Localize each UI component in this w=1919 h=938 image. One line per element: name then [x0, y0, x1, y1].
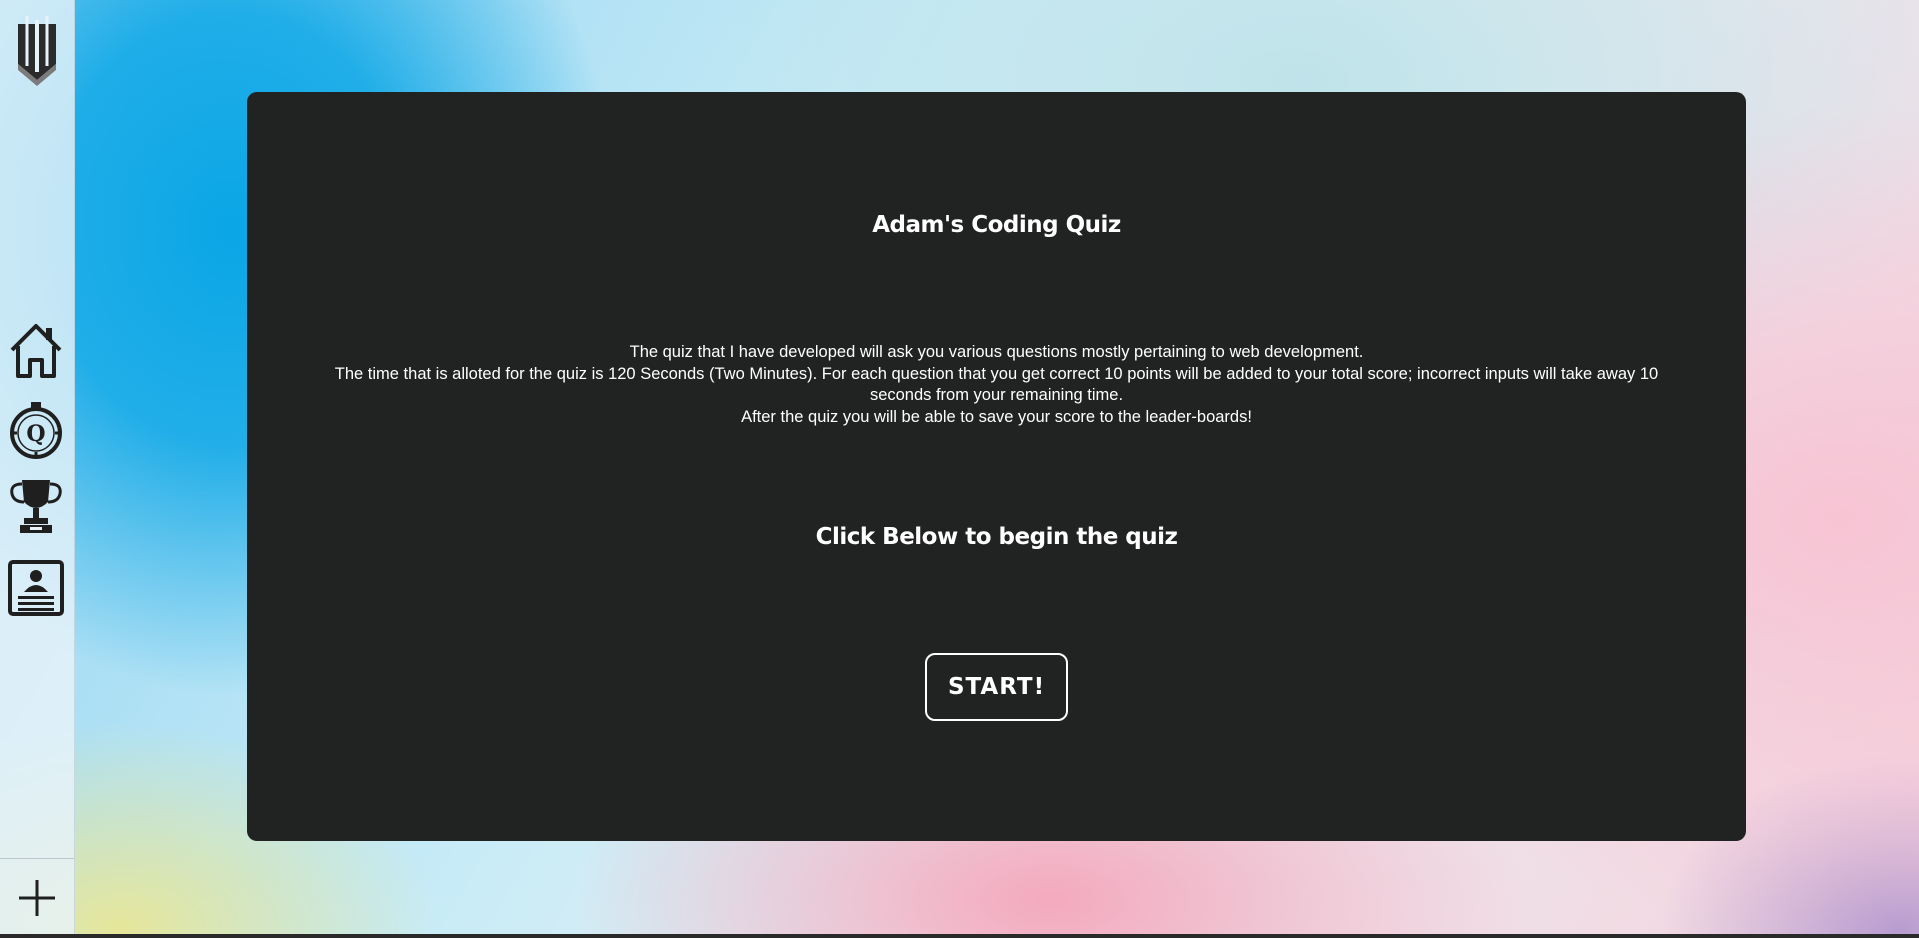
stopwatch-q-icon[interactable]: Q [6, 400, 66, 460]
quiz-description-line: After the quiz you will be able to save … [741, 407, 1252, 426]
quiz-description-line: The time that is alloted for the quiz is… [334, 364, 1659, 405]
sidebar-divider [0, 858, 74, 859]
quiz-card: Adam's Coding Quiz The quiz that I have … [247, 92, 1746, 841]
start-button[interactable]: START! [925, 653, 1068, 721]
trophy-icon[interactable] [6, 476, 66, 536]
svg-text:Q: Q [26, 421, 45, 447]
sidebar: Q [0, 0, 75, 934]
shield-logo-icon[interactable] [14, 14, 60, 86]
quiz-title: Adam's Coding Quiz [872, 212, 1121, 238]
quiz-description-line: The quiz that I have developed will ask … [629, 343, 1364, 361]
begin-quiz-prompt: Click Below to begin the quiz [815, 524, 1178, 550]
plus-icon[interactable] [17, 878, 57, 918]
quiz-description: The quiz that I have developed will ask … [307, 342, 1686, 428]
profile-card-icon[interactable] [6, 558, 66, 618]
home-icon[interactable] [6, 320, 66, 380]
taskbar-strip [0, 934, 1919, 938]
